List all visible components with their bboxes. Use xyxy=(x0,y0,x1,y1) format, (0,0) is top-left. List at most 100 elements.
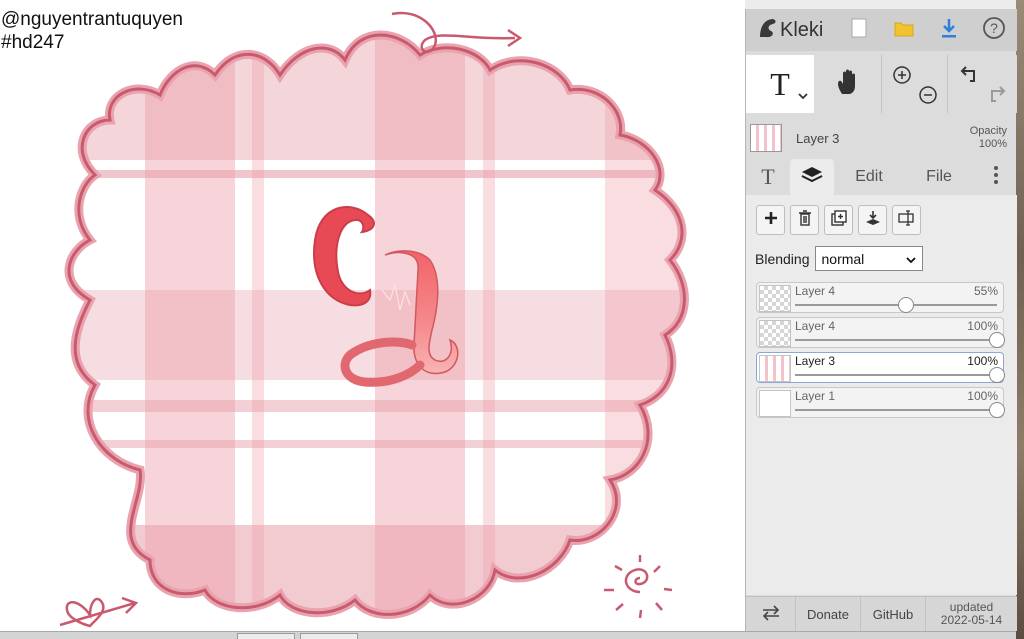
more-vertical-icon xyxy=(993,165,999,190)
hand-icon xyxy=(835,68,861,101)
zoom-in-icon[interactable] xyxy=(892,65,912,90)
panel-footer: Donate GitHub updated 2022-05-14 xyxy=(746,596,1017,631)
kleki-brand[interactable]: Kleki xyxy=(746,9,836,51)
updated-info[interactable]: updated 2022-05-14 xyxy=(926,597,1017,631)
text-tool-button[interactable]: T xyxy=(746,55,814,113)
layers-icon xyxy=(801,165,823,190)
layer-name: Layer 3 xyxy=(795,354,836,368)
blending-label: Blending xyxy=(755,250,810,267)
tab-file[interactable]: File xyxy=(904,159,974,195)
opacity-value: 100% xyxy=(978,138,1007,150)
hand-tool-button[interactable] xyxy=(814,55,882,113)
plus-icon xyxy=(764,211,778,230)
download-button[interactable] xyxy=(926,9,971,51)
layer-opacity: 100% xyxy=(967,389,998,403)
taskbar-item[interactable] xyxy=(300,633,358,639)
taskbar-item[interactable] xyxy=(237,633,295,639)
zoom-controls xyxy=(882,55,948,113)
panel-tabs: T Edit File xyxy=(746,159,1017,195)
layer-row[interactable]: Layer 4 100% xyxy=(756,317,1005,348)
updated-date: 2022-05-14 xyxy=(940,613,1003,627)
undo-icon[interactable] xyxy=(960,65,980,88)
os-taskbar xyxy=(0,631,1016,639)
active-layer-info: Layer 3 Opacity 100% xyxy=(746,117,1017,159)
new-image-icon xyxy=(851,18,867,43)
swap-arrows-icon xyxy=(761,604,781,624)
github-link[interactable]: GitHub xyxy=(861,597,926,631)
duplicate-icon xyxy=(830,209,847,231)
donate-link[interactable]: Donate xyxy=(796,597,861,631)
layer-thumbnail xyxy=(759,355,791,382)
delete-layer-button[interactable] xyxy=(790,205,819,235)
tab-tool-settings[interactable]: T xyxy=(746,159,790,195)
kleki-logo-icon xyxy=(758,17,778,44)
active-layer-thumbnail xyxy=(750,124,782,152)
layer-row[interactable]: Layer 4 55% xyxy=(756,282,1004,313)
tab-layers[interactable] xyxy=(790,159,834,195)
kleki-side-panel: Kleki ? T Layer 3 Opacity 100% T Edit Fi… xyxy=(745,9,1017,631)
plaid-pattern xyxy=(69,35,685,615)
brand-bar: Kleki ? xyxy=(746,9,1017,51)
layer-name: Layer 4 xyxy=(795,284,836,298)
new-image-button[interactable] xyxy=(836,9,881,51)
trash-icon xyxy=(798,209,812,231)
layer-name: Layer 1 xyxy=(795,389,836,403)
heart-arrow-doodle xyxy=(59,596,139,628)
blending-mode-select[interactable]: normal xyxy=(814,246,923,271)
text-tool-icon: T xyxy=(770,65,790,102)
background-window-edge xyxy=(1016,0,1024,639)
slider-knob[interactable] xyxy=(898,297,915,313)
layer-thumbnail xyxy=(759,390,791,417)
layer-opacity-slider[interactable] xyxy=(795,297,997,313)
blending-mode-value: normal xyxy=(821,250,865,267)
opacity-label: Opacity xyxy=(969,125,1007,137)
text-tab-icon: T xyxy=(761,164,775,189)
help-button[interactable]: ? xyxy=(971,9,1016,51)
app-name: Kleki xyxy=(780,18,824,41)
layer-opacity-slider[interactable] xyxy=(795,332,1005,348)
layer-name: Layer 4 xyxy=(795,319,836,333)
layer-opacity-slider[interactable] xyxy=(795,402,1005,418)
slider-knob[interactable] xyxy=(989,332,1005,348)
layer-opacity: 55% xyxy=(973,284,998,298)
layers-pane: Blending normal Layer 4 55% Layer 4 100%… xyxy=(746,195,1017,595)
help-icon: ? xyxy=(982,16,1006,45)
active-layer-opacity[interactable]: Opacity 100% xyxy=(970,125,1017,151)
redo-icon[interactable] xyxy=(986,85,1006,108)
layer-opacity-slider[interactable] xyxy=(795,367,1005,383)
open-folder-icon xyxy=(894,19,914,42)
window-top-strip xyxy=(745,0,1016,9)
artwork xyxy=(59,11,745,628)
layer-opacity: 100% xyxy=(967,354,998,368)
active-layer-name: Layer 3 xyxy=(796,130,840,146)
merge-down-icon xyxy=(865,210,881,231)
undo-redo-controls xyxy=(948,55,1017,113)
svg-text:?: ? xyxy=(990,20,998,36)
add-layer-button[interactable] xyxy=(756,205,785,235)
drawing-canvas[interactable]: @nguyentrantuquyen #hd247 xyxy=(0,0,745,631)
download-icon xyxy=(940,18,958,43)
more-menu-button[interactable] xyxy=(974,159,1017,195)
slider-knob[interactable] xyxy=(989,367,1005,383)
merge-down-button[interactable] xyxy=(858,205,887,235)
sun-doodle xyxy=(604,555,673,619)
layer-row[interactable]: Layer 1 100% xyxy=(756,387,1005,418)
artist-handle: @nguyentrantuquyen xyxy=(1,9,183,30)
tab-edit[interactable]: Edit xyxy=(834,159,904,195)
rename-layer-button[interactable] xyxy=(892,205,921,235)
layer-thumbnail xyxy=(759,320,791,347)
layer-opacity: 100% xyxy=(967,319,998,333)
layer-actions xyxy=(756,205,921,235)
rename-icon xyxy=(897,209,916,231)
chevron-down-icon xyxy=(905,251,916,267)
layer-row-selected[interactable]: Layer 3 100% xyxy=(756,352,1005,383)
duplicate-layer-button[interactable] xyxy=(824,205,853,235)
blending-row: Blending normal xyxy=(755,246,923,271)
zoom-out-icon[interactable] xyxy=(918,85,938,110)
layer-thumbnail xyxy=(759,285,791,312)
swap-side-button[interactable] xyxy=(746,597,796,631)
chevron-down-icon[interactable] xyxy=(798,87,808,105)
open-file-button[interactable] xyxy=(881,9,926,51)
tool-bar: T xyxy=(746,55,1017,113)
slider-knob[interactable] xyxy=(989,402,1005,418)
